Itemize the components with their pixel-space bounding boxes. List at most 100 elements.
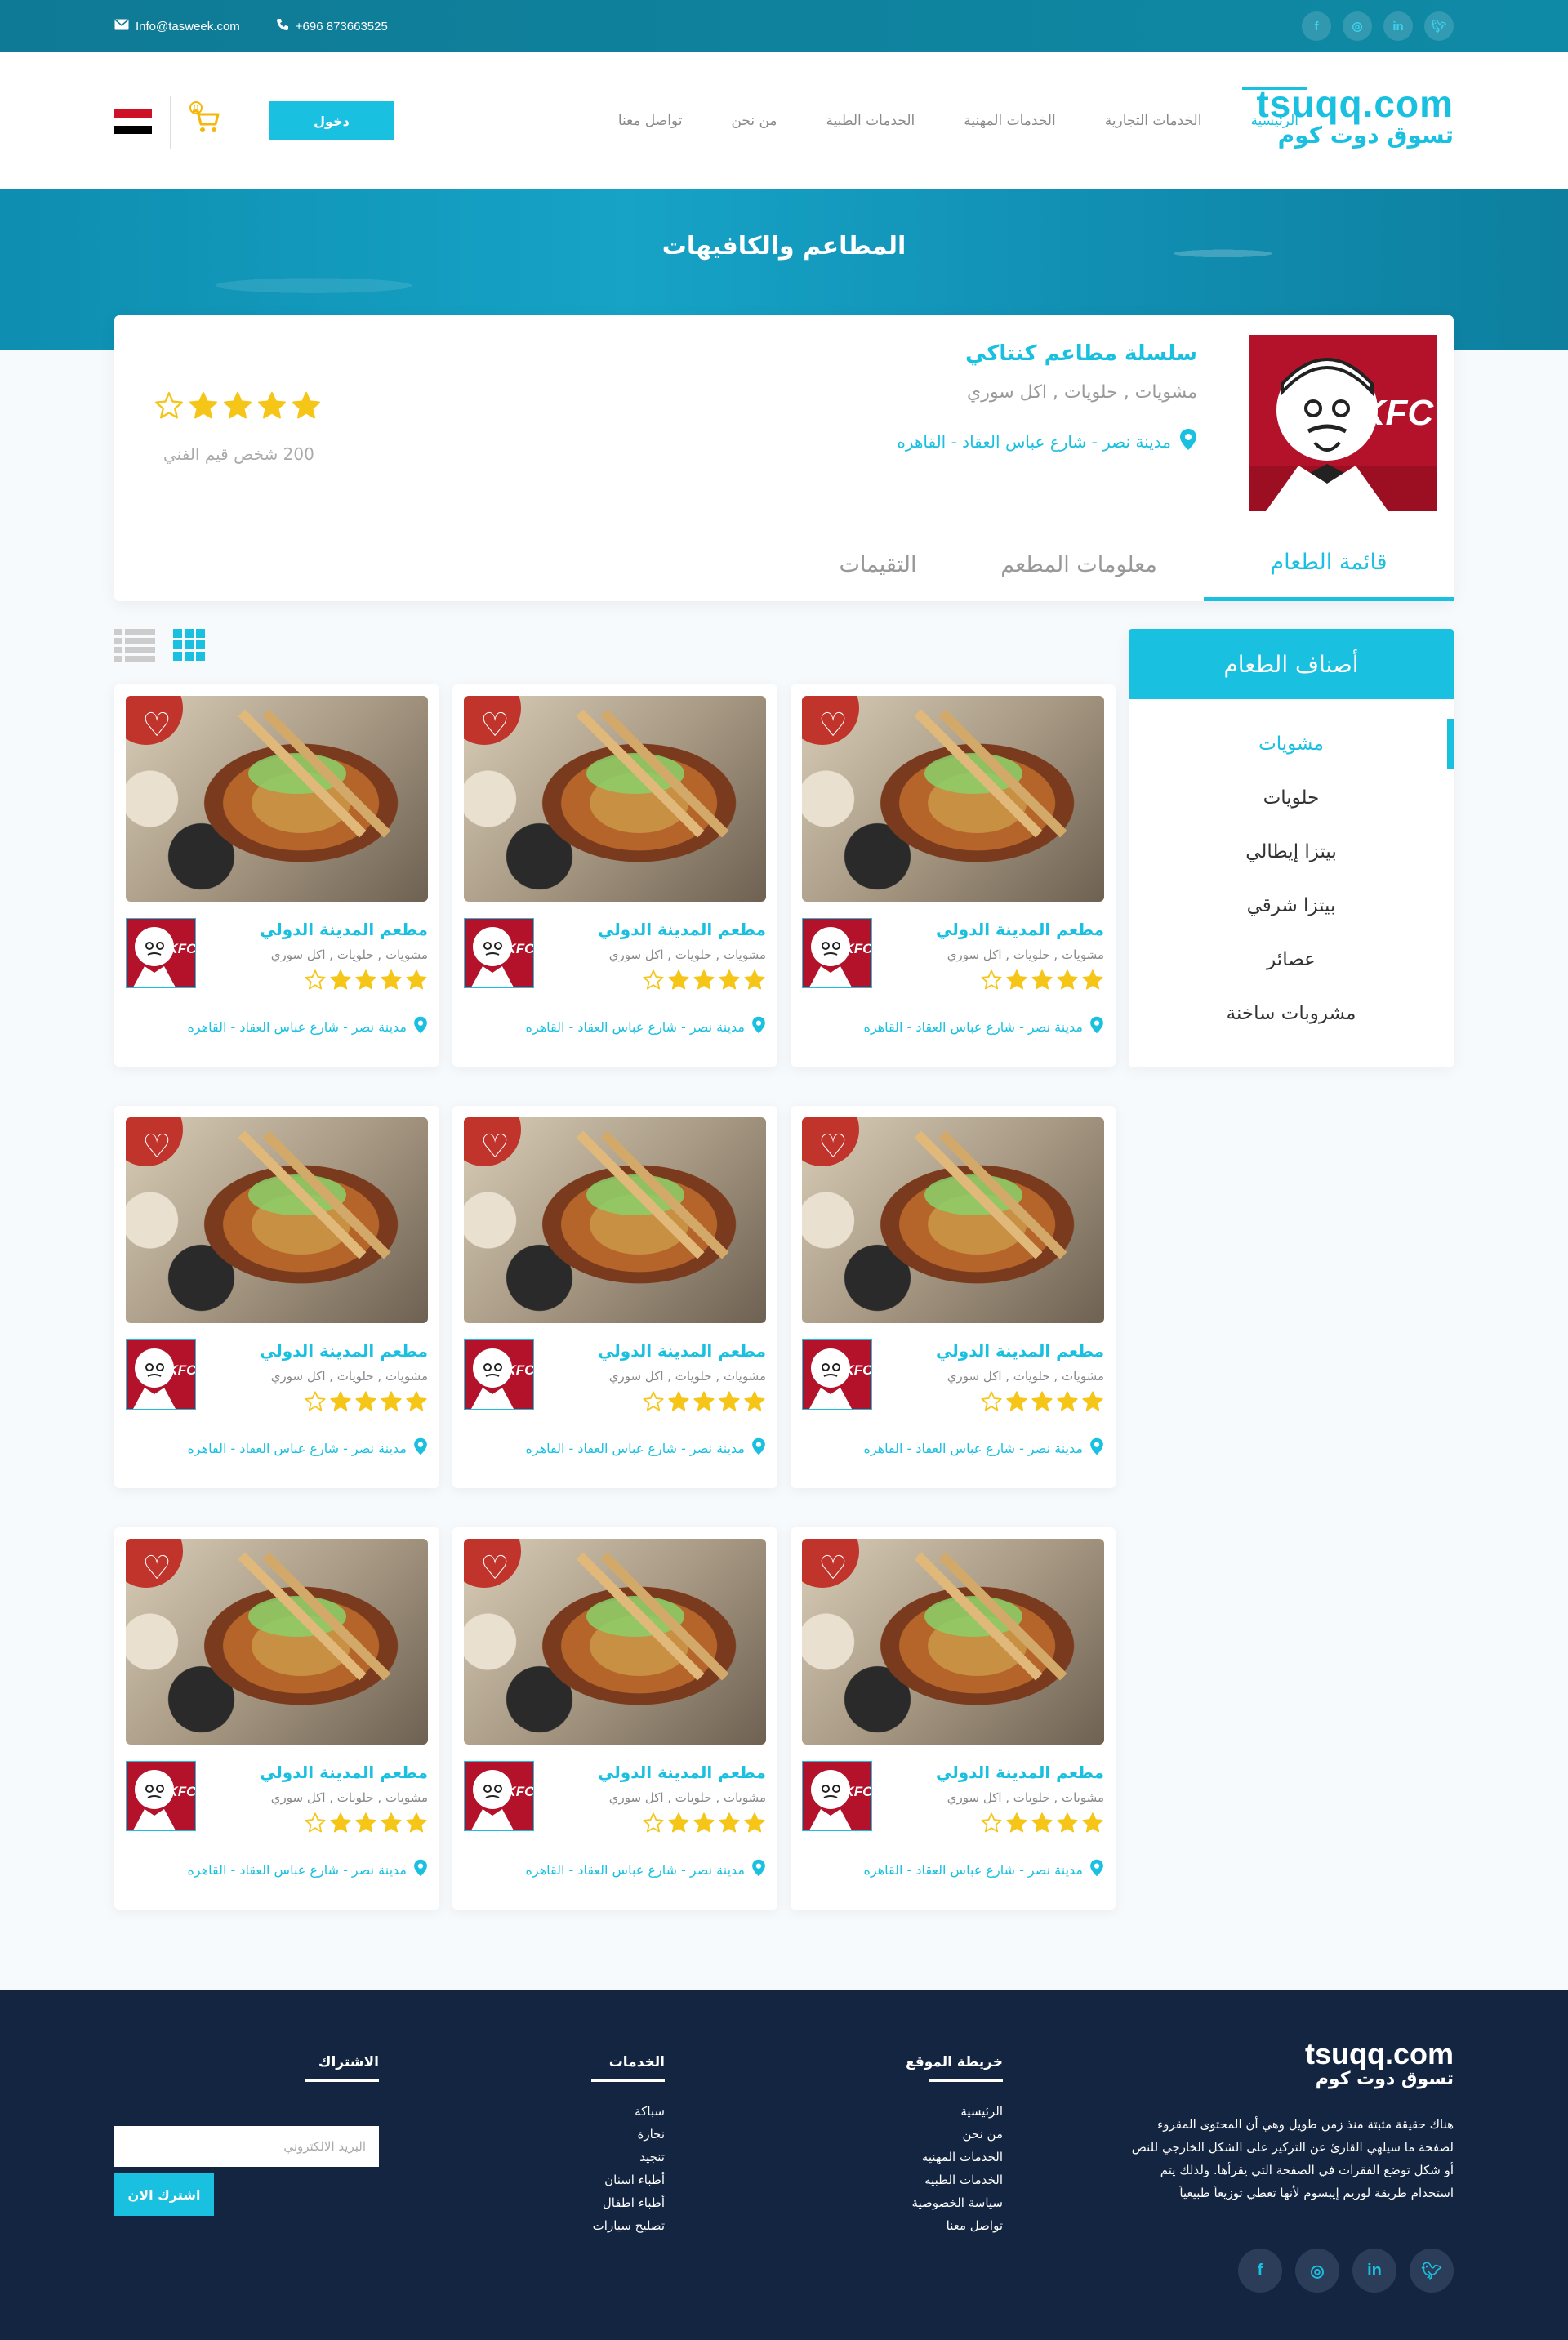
email-text: Info@tasweek.com [136,19,240,33]
services-title: الخدمات [590,2054,666,2082]
card-location-text: مدينة نصر - شارع عباس العقاد - القاهره [863,1018,1083,1035]
footer-service-carpentry[interactable]: نجارة [593,2123,665,2146]
heart-icon[interactable]: ♡ [136,1130,172,1163]
nav-about[interactable]: من نحن [731,52,777,189]
heart-icon[interactable]: ♡ [474,709,510,742]
footer-service-plumbing[interactable]: سباكة [593,2100,665,2123]
heart-icon[interactable]: ♡ [474,1130,510,1163]
category-desserts[interactable]: حلويات [1129,771,1454,825]
egypt-flag-icon[interactable] [114,109,152,134]
heart-icon[interactable]: ♡ [136,709,172,742]
card-title[interactable]: مطعم المدينة الدولي [598,1763,766,1782]
phone-text: +696 873663525 [295,19,388,33]
card-title[interactable]: مطعم المدينة الدولي [598,920,766,939]
heart-icon[interactable]: ♡ [812,709,848,742]
star-filled-icon [1081,1812,1104,1838]
restaurant-card[interactable]: ♡ KFC مطعم المدينة الدولي مشويات , حلويا… [452,1106,777,1488]
restaurant-card[interactable]: ♡ KFC مطعم المدينة الدولي مشويات , حلويا… [791,1106,1116,1488]
restaurant-location[interactable]: مدينة نصر - شارع عباس العقاد - القاهره [897,428,1197,455]
instagram-icon[interactable]: ◎ [1343,11,1372,41]
restaurant-card[interactable]: ♡ KFC مطعم المدينة الدولي مشويات , حلويا… [114,1106,439,1488]
contact-info: Info@tasweek.com +696 873663525 [114,0,388,52]
cart-icon[interactable]: 0 [189,101,222,137]
footer-service-pediatricians[interactable]: أطباء اطفال [593,2191,665,2214]
restaurant-thumb-logo: KFC [126,918,197,988]
card-title[interactable]: مطعم المدينة الدولي [260,1341,428,1361]
category-juices[interactable]: عصائر [1129,933,1454,987]
card-location[interactable]: مدينة نصر - شارع عباس العقاد - القاهره [525,1859,766,1880]
list-view-icon[interactable] [114,629,155,665]
card-rating-stars [980,1390,1104,1416]
card-title[interactable]: مطعم المدينة الدولي [936,920,1104,939]
category-oriental-pizza[interactable]: بيتزا شرقي [1129,879,1454,933]
facebook-icon[interactable]: f [1238,2249,1282,2293]
login-button[interactable]: دخول [270,101,394,140]
card-title[interactable]: مطعم المدينة الدولي [936,1341,1104,1361]
restaurant-card[interactable]: ♡ KFC مطعم المدينة الدولي مشويات , حلويا… [791,684,1116,1067]
restaurant-card[interactable]: ♡ KFC مطعم المدينة الدولي مشويات , حلويا… [791,1527,1116,1910]
linkedin-icon[interactable]: in [1352,2249,1396,2293]
footer-link-home[interactable]: الرئيسية [906,2100,1003,2123]
category-hot-drinks[interactable]: مشروبات ساخنة [1129,987,1454,1041]
card-location[interactable]: مدينة نصر - شارع عباس العقاد - القاهره [187,1016,428,1037]
card-title[interactable]: مطعم المدينة الدولي [936,1763,1104,1782]
nav-home[interactable]: الرئيسية [1242,52,1307,189]
star-filled-icon [693,1390,715,1416]
subscribe-button[interactable]: اشترك الان [114,2173,214,2216]
star-filled-icon [1056,1390,1079,1416]
star-filled-icon [1031,1812,1054,1838]
restaurant-card[interactable]: ♡ KFC مطعم المدينة الدولي مشويات , حلويا… [114,684,439,1067]
footer-service-car-repair[interactable]: تصليح سيارات [593,2214,665,2237]
card-location[interactable]: مدينة نصر - شارع عباس العقاد - القاهره [525,1016,766,1037]
twitter-icon[interactable]: 🐦︎ [1424,11,1454,41]
subscribe-email-input[interactable] [114,2126,379,2167]
restaurant-card[interactable]: ♡ KFC مطعم المدينة الدولي مشويات , حلويا… [452,684,777,1067]
phone-contact[interactable]: +696 873663525 [276,18,388,34]
nav-medical-services[interactable]: الخدمات الطبية [826,52,915,189]
star-filled-icon [718,969,741,995]
star-empty-icon [980,1390,1003,1416]
card-title[interactable]: مطعم المدينة الدولي [260,1763,428,1782]
restaurant-card[interactable]: ♡ KFC مطعم المدينة الدولي مشويات , حلويا… [114,1527,439,1910]
restaurant-card[interactable]: ♡ KFC مطعم المدينة الدولي مشويات , حلويا… [452,1527,777,1910]
footer-link-professional[interactable]: الخدمات المهنيه [906,2146,1003,2168]
footer-logo[interactable]: tsuqq.com تسوق دوت كوم [1305,2039,1454,2090]
card-title[interactable]: مطعم المدينة الدولي [598,1341,766,1361]
footer-service-dentists[interactable]: أطباء اسنان [593,2168,665,2191]
nav-professional-services[interactable]: الخدمات المهنية [964,52,1055,189]
tab-menu[interactable]: قائمة الطعام [1204,528,1454,601]
footer-link-medical[interactable]: الخدمات الطبيه [906,2168,1003,2191]
facebook-icon[interactable]: f [1302,11,1331,41]
footer-link-about[interactable]: من نحن [906,2123,1004,2146]
grid-view-icon[interactable] [173,629,206,665]
twitter-icon[interactable]: 🐦︎ [1410,2249,1454,2293]
card-location[interactable]: مدينة نصر - شارع عباس العقاد - القاهره [187,1437,428,1459]
nav-commercial-services[interactable]: الخدمات التجارية [1105,52,1202,189]
instagram-icon[interactable]: ◎ [1295,2249,1339,2293]
footer-link-privacy[interactable]: سياسة الخصوصية [906,2191,1003,2214]
star-filled-icon [1005,969,1028,995]
star-filled-icon [291,390,322,425]
card-location[interactable]: مدينة نصر - شارع عباس العقاد - القاهره [863,1437,1104,1459]
card-location[interactable]: مدينة نصر - شارع عباس العقاد - القاهره [863,1859,1104,1880]
category-grills[interactable]: مشويات [1129,717,1454,771]
card-location[interactable]: مدينة نصر - شارع عباس العقاد - القاهره [863,1016,1104,1037]
footer-service-upholstery[interactable]: تنجيد [593,2146,665,2168]
heart-icon[interactable]: ♡ [812,1552,848,1585]
category-italian-pizza[interactable]: بيتزا إيطالي [1129,825,1454,879]
heart-icon[interactable]: ♡ [812,1130,848,1163]
star-filled-icon [354,1390,377,1416]
tab-reviews[interactable]: التقيمات [802,528,954,601]
card-title[interactable]: مطعم المدينة الدولي [260,920,428,939]
restaurant-thumb-logo: KFC [802,1761,873,1831]
card-location[interactable]: مدينة نصر - شارع عباس العقاد - القاهره [525,1437,766,1459]
star-empty-icon [304,1812,327,1838]
linkedin-icon[interactable]: in [1383,11,1413,41]
nav-contact[interactable]: تواصل معنا [618,52,683,189]
footer-link-contact[interactable]: تواصل معنا [906,2214,1003,2237]
heart-icon[interactable]: ♡ [474,1552,510,1585]
card-location[interactable]: مدينة نصر - شارع عباس العقاد - القاهره [187,1859,428,1880]
heart-icon[interactable]: ♡ [136,1552,172,1585]
tab-restaurant-info[interactable]: معلومات المطعم [954,528,1204,601]
email-contact[interactable]: Info@tasweek.com [114,19,240,33]
